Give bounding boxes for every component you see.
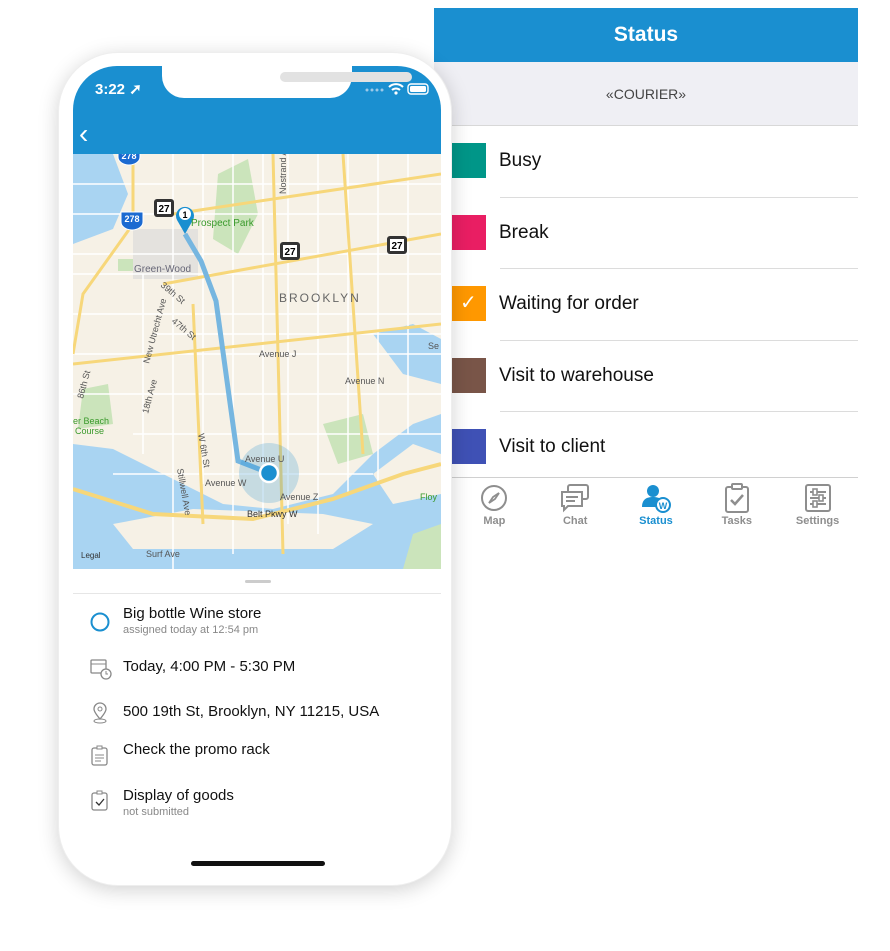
status-color-swatch — [452, 429, 486, 465]
status-item-visit-to-warehouse[interactable]: Visit to warehouse — [434, 341, 858, 413]
map-label: Avenue N — [345, 376, 384, 386]
map-label: Avenue U — [245, 454, 284, 464]
clipboard-check-icon — [724, 483, 749, 513]
task-address: 500 19th St, Brooklyn, NY 11215, USA — [123, 703, 380, 720]
task-time-window: Today, 4:00 PM - 5:30 PM — [123, 658, 296, 675]
map-label: Course — [75, 426, 104, 436]
map-label: Green-Wood — [134, 264, 191, 275]
phone-frame: 3:22 ➚ ‹ 1 27 27 27 278 278 BROOKLYN Pro… — [58, 52, 452, 886]
shield-27: 27 — [158, 204, 170, 215]
status-panel: Status «COURIER» Busy Break ✓ Waiting for o… — [434, 8, 858, 540]
status-color-swatch — [452, 143, 486, 178]
tab-bar: Map Chat W Status Tasks Settings — [434, 477, 858, 540]
status-item-waiting-for-order[interactable]: ✓ Waiting for order — [434, 269, 858, 341]
user-status-icon: W — [641, 485, 671, 513]
status-label: Break — [499, 221, 549, 243]
status-item-busy[interactable]: Busy — [434, 126, 858, 198]
tab-tasks[interactable]: Tasks — [696, 478, 777, 540]
shield-27: 27 — [391, 241, 403, 252]
task-note: Check the promo rack — [123, 741, 270, 758]
drag-handle[interactable] — [245, 580, 271, 583]
map-label: BROOKLYN — [279, 291, 361, 305]
map-label: er Beach — [73, 416, 109, 426]
task-assigned: assigned today at 12:54 pm — [123, 624, 259, 636]
map-label: Nostrand A — [278, 154, 288, 194]
speaker — [280, 72, 412, 82]
calendar-clock-icon — [90, 659, 112, 680]
map-label: Avenue Z — [280, 492, 319, 502]
map-legal-link[interactable]: Legal — [81, 551, 101, 560]
task-sheet: Big bottle Wine store assigned today at 1… — [73, 569, 441, 872]
status-color-swatch: ✓ — [452, 286, 486, 322]
notch — [162, 66, 412, 98]
map-label: Avenue W — [205, 478, 247, 488]
time-text: 3:22 — [95, 81, 126, 98]
signal-wifi-battery-icons — [365, 83, 429, 95]
nav-bar: 3:22 ➚ ‹ — [73, 66, 441, 154]
tab-label: Settings — [795, 515, 840, 527]
map-label: Floy — [420, 492, 438, 502]
sliders-icon — [804, 484, 831, 512]
tab-settings[interactable]: Settings — [777, 478, 858, 540]
home-indicator[interactable] — [191, 861, 325, 866]
role-label: «COURIER» — [434, 62, 858, 126]
map-view[interactable]: 1 27 27 27 278 278 BROOKLYN Prospect Par… — [73, 154, 441, 569]
tab-label: Tasks — [721, 515, 752, 527]
form-title: Display of goods — [123, 787, 234, 804]
tab-status[interactable]: W Status — [616, 478, 697, 540]
current-location-dot — [258, 462, 280, 484]
form-status: not submitted — [123, 806, 190, 818]
status-label: Waiting for order — [499, 293, 639, 315]
map-label: Avenue J — [259, 349, 296, 359]
shield-27: 27 — [284, 247, 296, 258]
clipboard-check-icon — [91, 790, 108, 811]
svg-text:W: W — [659, 501, 668, 511]
compass-icon — [481, 485, 508, 511]
shield-278: 278 — [121, 154, 136, 161]
chat-icon — [561, 484, 590, 513]
map-label: Prospect Park — [191, 218, 255, 229]
location-pin-icon — [93, 702, 107, 724]
map-label: Belt Pkwy W — [247, 509, 298, 519]
tab-map[interactable]: Map — [454, 478, 535, 540]
clipboard-note-icon — [91, 745, 108, 766]
back-button[interactable]: ‹ — [79, 118, 88, 150]
task-form[interactable]: Display of goods not submitted — [123, 787, 234, 818]
task-title: Big bottle Wine store assigned today at 1… — [123, 605, 261, 636]
map-label: Se — [428, 341, 439, 351]
tab-chat[interactable]: Chat — [535, 478, 616, 540]
status-label: Busy — [499, 150, 542, 171]
status-item-break[interactable]: Break — [434, 198, 858, 270]
status-title: Status — [434, 8, 858, 62]
checkmark-icon: ✓ — [460, 292, 477, 315]
divider — [73, 593, 441, 594]
status-time: 3:22 ➚ — [95, 80, 142, 98]
map-label: Surf Ave — [146, 549, 180, 559]
task-status-circle-icon[interactable] — [89, 611, 111, 633]
status-color-swatch — [452, 214, 486, 250]
location-arrow-icon: ➚ — [129, 81, 142, 98]
tab-label: Map — [483, 515, 506, 527]
shield-278: 278 — [124, 214, 139, 224]
pin-number: 1 — [182, 210, 187, 220]
status-label: Visit to warehouse — [499, 364, 654, 386]
tab-label: Chat — [562, 515, 588, 527]
status-item-visit-to-client[interactable]: Visit to client — [434, 412, 858, 484]
status-label: Visit to client — [499, 436, 606, 458]
status-color-swatch — [452, 357, 486, 393]
tab-label: Status — [639, 515, 673, 527]
task-title-text: Big bottle Wine store — [123, 605, 262, 622]
phone-screen: 3:22 ➚ ‹ 1 27 27 27 278 278 BROOKLYN Pro… — [73, 66, 441, 872]
